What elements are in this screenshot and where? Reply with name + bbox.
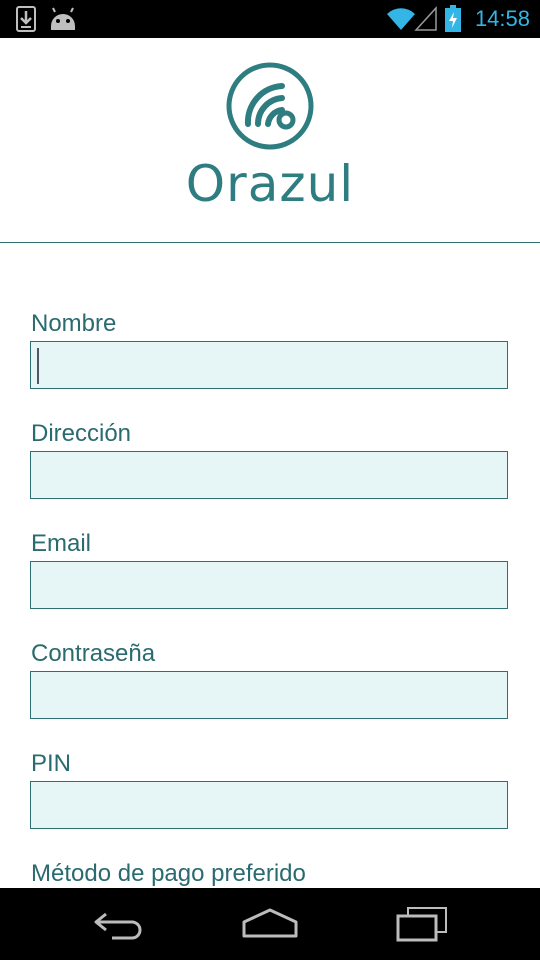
nombre-label: Nombre <box>31 310 117 337</box>
recent-apps-icon[interactable] <box>394 906 450 942</box>
contrasena-input[interactable] <box>30 671 508 719</box>
android-icon <box>51 7 75 30</box>
status-bar: 14:58 <box>0 0 540 38</box>
text-cursor <box>37 348 39 384</box>
app-title: Orazul <box>185 155 355 213</box>
header-divider <box>0 242 540 243</box>
status-time: 14:58 <box>474 6 530 31</box>
orazul-logo-icon <box>226 62 314 150</box>
payment-method-label: Método de pago preferido <box>31 860 306 887</box>
pin-label: PIN <box>31 750 72 777</box>
back-icon[interactable] <box>92 906 148 942</box>
pin-input[interactable] <box>30 781 508 829</box>
battery-charging-icon <box>445 5 461 32</box>
email-input[interactable] <box>30 561 508 609</box>
nombre-input[interactable] <box>30 341 508 389</box>
home-icon[interactable] <box>240 906 300 942</box>
wifi-icon <box>387 8 415 30</box>
email-label: Email <box>31 530 92 557</box>
download-icon <box>16 6 36 32</box>
contrasena-label: Contraseña <box>31 640 156 667</box>
direccion-label: Dirección <box>31 420 132 447</box>
signal-icon <box>414 6 437 31</box>
direccion-input[interactable] <box>30 451 508 499</box>
navigation-bar <box>0 888 540 960</box>
